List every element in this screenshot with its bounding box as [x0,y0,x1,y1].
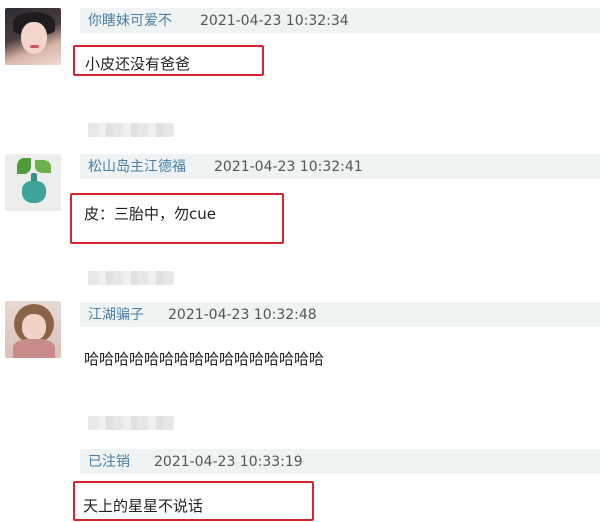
avatar[interactable] [5,8,61,65]
blurred-content [88,416,174,430]
avatar-leaf [17,158,31,174]
avatar-lips [30,45,39,48]
comment-text: 天上的星星不说话 [83,497,204,515]
comment-username[interactable]: 你瞎妹可爱不 [88,12,172,30]
comment-username[interactable]: 松山岛主江德福 [88,158,186,176]
avatar-body [13,339,55,358]
avatar-face [21,22,47,54]
comment-text: 哈哈哈哈哈哈哈哈哈哈哈哈哈哈哈哈 [84,350,325,368]
comment-text: 小皮还没有爸爸 [85,55,191,73]
comment-timestamp: 2021-04-23 10:32:41 [214,159,363,175]
comment-header [80,302,600,327]
avatar-vase [22,181,46,203]
avatar[interactable] [5,301,61,358]
comment-timestamp: 2021-04-23 10:33:19 [154,454,303,470]
comment-username[interactable]: 江湖骗子 [88,306,144,324]
comment-text: 皮：三胎中，勿cue [84,205,216,223]
avatar-face [22,314,46,340]
comment-timestamp: 2021-04-23 10:32:34 [200,13,349,29]
blurred-content [88,271,174,285]
comment-username[interactable]: 已注销 [88,453,130,471]
blurred-content [88,123,174,137]
avatar[interactable] [5,154,61,211]
avatar-leaf [35,160,51,173]
comment-timestamp: 2021-04-23 10:32:48 [168,307,317,323]
